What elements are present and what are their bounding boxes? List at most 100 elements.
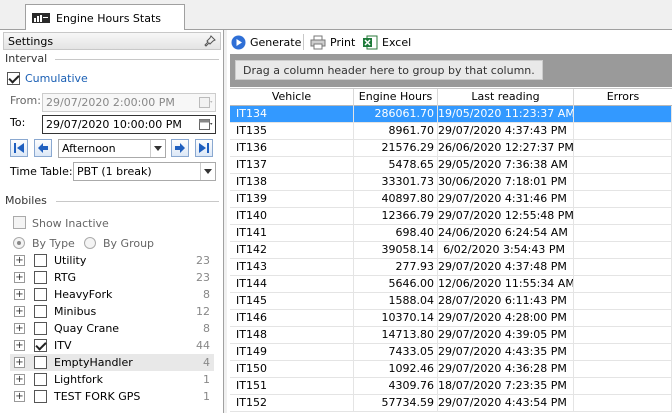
mobile-type-row[interactable]: + Minibus 12 <box>10 303 214 320</box>
mobile-type-row[interactable]: + Lightfork 1 <box>10 371 214 388</box>
by-group-radio[interactable] <box>84 237 96 249</box>
engine-hours-cell: 1588.04 <box>354 293 438 310</box>
expand-icon[interactable]: + <box>14 357 25 368</box>
table-row[interactable]: IT145 1588.04 28/07/2020 6:11:43 PM <box>230 293 672 310</box>
group-by-panel[interactable]: Drag a column header here to group by th… <box>230 54 672 87</box>
from-value: 29/07/2020 2:00:00 PM <box>46 96 175 109</box>
by-type-radio[interactable] <box>13 237 25 249</box>
expand-icon[interactable]: + <box>14 391 25 402</box>
expand-icon[interactable]: + <box>14 323 25 334</box>
first-period-button[interactable] <box>10 139 28 157</box>
mobile-type-checkbox[interactable] <box>34 339 47 352</box>
mobile-type-count: 1 <box>203 373 210 386</box>
mobile-type-row[interactable]: + ITV 44 <box>10 337 214 354</box>
cumulative-label: Cumulative <box>25 72 88 85</box>
generate-button[interactable]: Generate <box>231 33 301 51</box>
expand-icon[interactable]: + <box>14 272 25 283</box>
engine-hours-cell: 1092.46 <box>354 361 438 378</box>
column-header-vehicle[interactable]: Vehicle <box>230 89 354 106</box>
mobile-type-checkbox[interactable] <box>34 390 47 403</box>
mobile-type-checkbox[interactable] <box>34 254 47 267</box>
table-row[interactable]: IT152 57734.59 29/07/2020 4:43:54 PM <box>230 395 672 412</box>
shift-select[interactable]: Afternoon <box>58 139 166 158</box>
next-period-button[interactable] <box>171 139 189 157</box>
column-header-last-reading[interactable]: Last reading <box>438 89 574 106</box>
table-row[interactable]: IT136 21576.29 26/06/2020 12:27:37 PM <box>230 140 672 157</box>
table-row[interactable]: IT144 5646.00 12/06/2020 11:55:34 AM <box>230 276 672 293</box>
engine-hours-cell: 12366.79 <box>354 208 438 225</box>
table-row[interactable]: IT138 33301.73 30/06/2020 7:18:01 PM <box>230 174 672 191</box>
mobile-type-checkbox[interactable] <box>34 322 47 335</box>
from-datetime-field[interactable]: 29/07/2020 2:00:00 PM <box>42 93 216 112</box>
errors-cell <box>574 344 672 361</box>
table-row[interactable]: IT143 277.93 29/07/2020 4:37:48 PM <box>230 259 672 276</box>
mobile-type-row[interactable]: + TEST FORK GPS 1 <box>10 388 214 405</box>
vehicle-cell: IT137 <box>230 157 354 174</box>
mobile-type-row[interactable]: + RTG 23 <box>10 269 214 286</box>
by-group-label: By Group <box>103 237 155 250</box>
table-row[interactable]: IT139 40897.80 29/07/2020 4:31:46 PM <box>230 191 672 208</box>
chevron-down-icon[interactable] <box>200 163 215 180</box>
mobile-type-row[interactable]: + Utility 23 <box>10 252 214 269</box>
mobile-type-checkbox[interactable] <box>34 356 47 369</box>
table-row[interactable]: IT140 12366.79 29/07/2020 12:55:48 PM <box>230 208 672 225</box>
by-type-label: By Type <box>32 237 75 250</box>
cumulative-checkbox[interactable] <box>7 72 20 85</box>
mobile-type-row[interactable]: + Quay Crane 8 <box>10 320 214 337</box>
table-row[interactable]: IT151 4309.76 18/07/2020 7:23:35 PM <box>230 378 672 395</box>
expand-icon[interactable]: + <box>14 374 25 385</box>
vehicle-cell: IT149 <box>230 344 354 361</box>
excel-button[interactable]: Excel <box>362 33 411 51</box>
show-inactive-checkbox[interactable] <box>13 216 26 229</box>
table-row[interactable]: IT134 286061.70 19/05/2020 11:23:37 AM <box>230 106 672 123</box>
vehicle-cell: IT139 <box>230 191 354 208</box>
errors-cell <box>574 106 672 123</box>
table-row[interactable]: IT149 7433.05 29/07/2020 4:43:35 PM <box>230 344 672 361</box>
mobiles-title: Mobiles <box>5 194 47 207</box>
table-row[interactable]: IT148 14713.80 29/07/2020 4:39:05 PM <box>230 327 672 344</box>
errors-cell <box>574 191 672 208</box>
engine-hours-cell: 40897.80 <box>354 191 438 208</box>
chevron-down-icon[interactable] <box>150 140 165 157</box>
expand-icon[interactable]: + <box>14 255 25 266</box>
pin-icon[interactable] <box>204 35 216 47</box>
column-header-engine-hours[interactable]: Engine Hours <box>354 89 438 106</box>
to-datetime-field[interactable]: 29/07/2020 10:00:00 PM <box>42 115 216 134</box>
errors-cell <box>574 276 672 293</box>
table-row[interactable]: IT150 1092.46 29/07/2020 4:36:28 PM <box>230 361 672 378</box>
mobile-type-checkbox[interactable] <box>34 271 47 284</box>
mobile-type-checkbox[interactable] <box>34 373 47 386</box>
table-row[interactable]: IT142 39058.14 6/02/2020 3:54:43 PM <box>230 242 672 259</box>
mobile-type-row[interactable]: + HeavyFork 8 <box>10 286 214 303</box>
last-reading-cell: 29/07/2020 4:37:43 PM <box>438 123 574 140</box>
engine-hours-cell: 21576.29 <box>354 140 438 157</box>
calendar-icon[interactable] <box>199 118 213 131</box>
expand-icon[interactable]: + <box>14 289 25 300</box>
table-row[interactable]: IT146 10370.14 29/07/2020 4:28:00 PM <box>230 310 672 327</box>
expand-icon[interactable]: + <box>14 340 25 351</box>
mobile-type-label: HeavyFork <box>54 288 113 301</box>
timetable-select[interactable]: PBT (1 break) <box>73 162 216 181</box>
print-button[interactable]: Print <box>310 33 355 51</box>
mobile-type-label: EmptyHandler <box>54 356 133 369</box>
table-row[interactable]: IT141 698.40 24/06/2020 6:24:54 AM <box>230 225 672 242</box>
vehicle-cell: IT145 <box>230 293 354 310</box>
excel-icon <box>363 35 378 49</box>
timetable-value: PBT (1 break) <box>77 165 152 178</box>
previous-period-button[interactable] <box>34 139 52 157</box>
errors-cell <box>574 174 672 191</box>
report-panel: Generate Print Excel Drag a column heade… <box>227 30 672 413</box>
column-header-errors[interactable]: Errors <box>574 89 672 106</box>
mobile-type-checkbox[interactable] <box>34 305 47 318</box>
calendar-icon[interactable] <box>199 96 213 109</box>
tab-engine-hours-stats[interactable]: Engine Hours Stats <box>25 4 185 31</box>
last-reading-cell: 24/06/2020 6:24:54 AM <box>438 225 574 242</box>
vehicle-cell: IT135 <box>230 123 354 140</box>
last-period-button[interactable] <box>195 139 213 157</box>
expand-icon[interactable]: + <box>14 306 25 317</box>
mobile-type-row[interactable]: + EmptyHandler 4 <box>10 354 214 371</box>
table-row[interactable]: IT137 5478.65 29/05/2020 7:36:38 AM <box>230 157 672 174</box>
last-reading-cell: 29/07/2020 4:28:00 PM <box>438 310 574 327</box>
mobile-type-checkbox[interactable] <box>34 288 47 301</box>
table-row[interactable]: IT135 8961.70 29/07/2020 4:37:43 PM <box>230 123 672 140</box>
